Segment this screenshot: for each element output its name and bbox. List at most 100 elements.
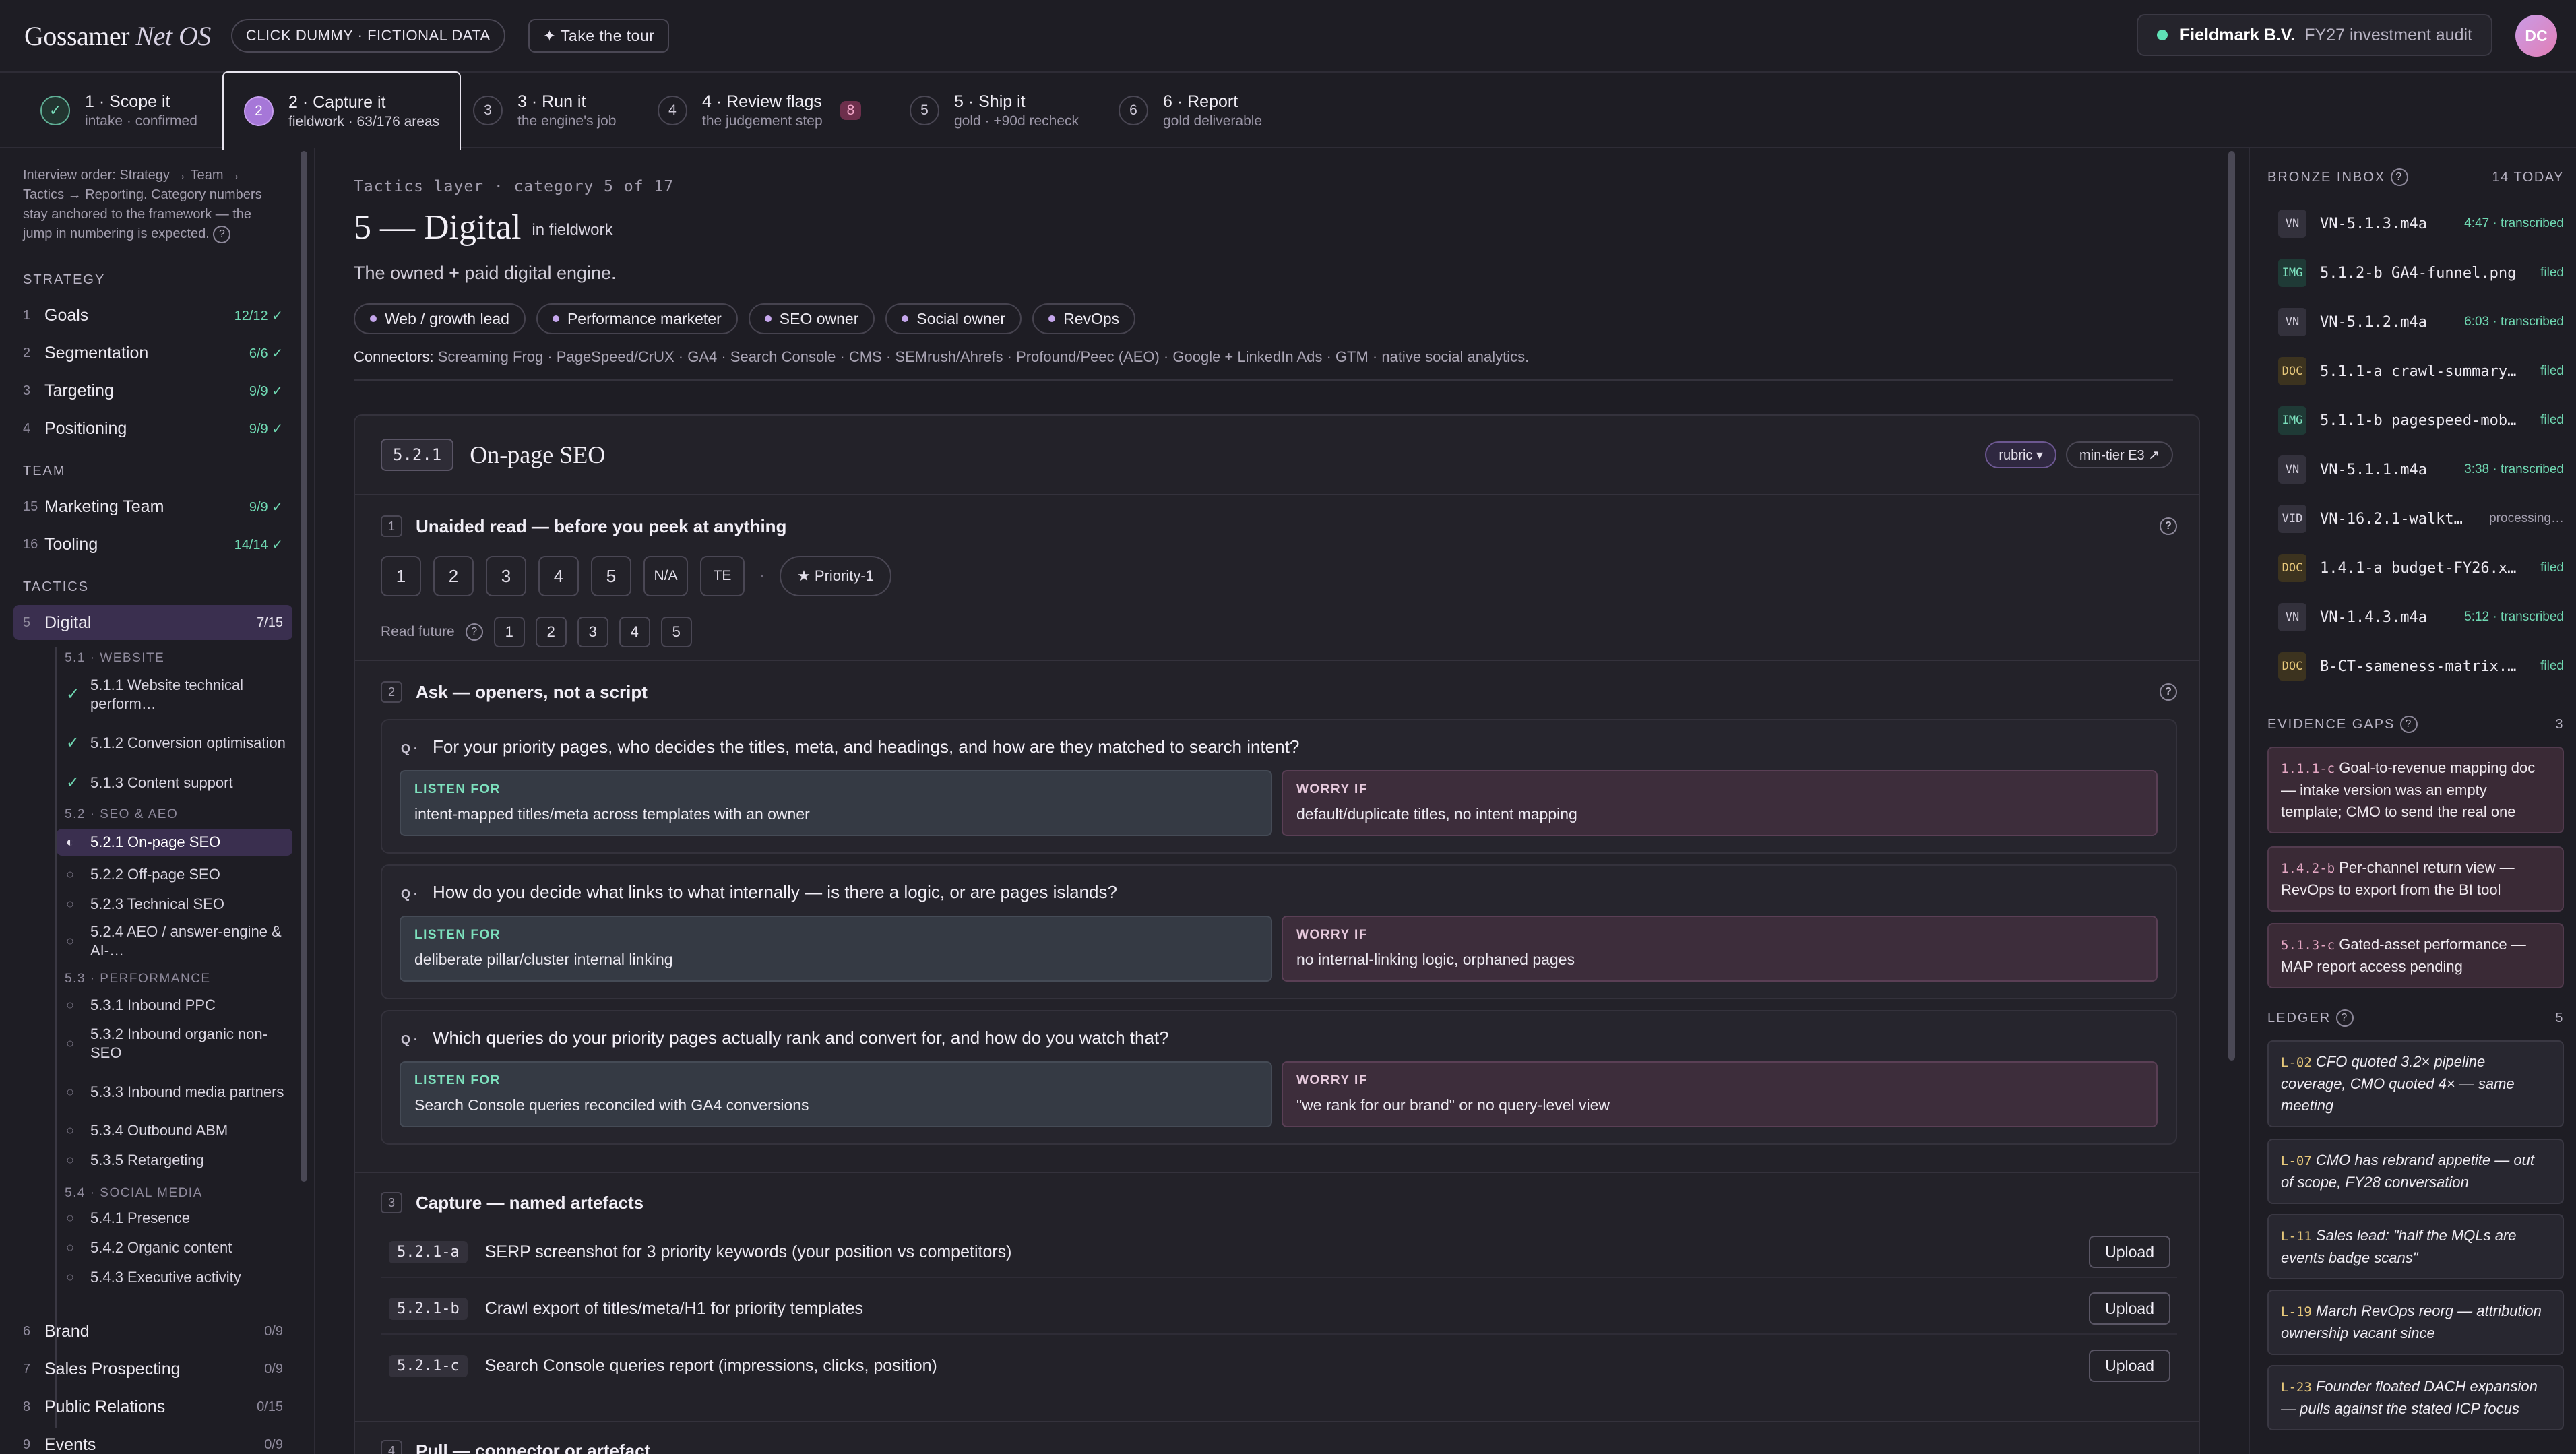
ledger-text: Founder floated DACH expansion — pulls a… bbox=[2281, 1378, 2538, 1417]
main-scrollbar[interactable] bbox=[2228, 151, 2235, 1061]
block-title: Unaided read — before you peek at anythi… bbox=[416, 515, 787, 536]
audit-selector[interactable]: Fieldmark B.V. FY27 investment audit bbox=[2136, 14, 2492, 56]
role-chip[interactable]: SEO owner bbox=[748, 303, 875, 334]
inbox-item[interactable]: IMG 5.1.1-b pagespeed-mob… filed bbox=[2278, 402, 2564, 439]
sidebar-scrollbar[interactable] bbox=[301, 151, 307, 1182]
min-tier-link[interactable]: min-tier E3 ↗ bbox=[2065, 441, 2173, 468]
inbox-item[interactable]: IMG 5.1.2-b GA4-funnel.png filed bbox=[2278, 254, 2564, 292]
upload-button[interactable]: Upload bbox=[2089, 1350, 2170, 1382]
cat-num: 9 bbox=[23, 1436, 31, 1452]
avatar[interactable]: DC bbox=[2515, 15, 2557, 57]
help-icon[interactable]: ? bbox=[2160, 517, 2177, 535]
circle-icon: ○ bbox=[66, 1211, 75, 1226]
leaf-label: 5.2.3 Technical SEO bbox=[90, 895, 224, 912]
evidence-gap-item[interactable]: 5.1.3-c Gated-asset performance — MAP re… bbox=[2267, 923, 2564, 988]
step-capture[interactable]: 2 2 · Capture it fieldwork · 63/176 areas bbox=[222, 71, 462, 150]
ledger-item[interactable]: L-11 Sales lead: "half the MQLs are even… bbox=[2267, 1214, 2564, 1279]
ledger-item[interactable]: L-19 March RevOps reorg — attribution ow… bbox=[2267, 1290, 2564, 1355]
leaf-5-1-3[interactable]: ✓ 5.1.3 Content support bbox=[57, 772, 292, 794]
ledger-item[interactable]: L-02 CFO quoted 3.2× pipeline coverage, … bbox=[2267, 1040, 2564, 1127]
role-chip[interactable]: RevOps bbox=[1032, 303, 1136, 334]
leaf-5-1-2[interactable]: ✓ 5.1.2 Conversion optimisation bbox=[57, 724, 292, 763]
rating-1-button[interactable]: 1 bbox=[381, 556, 421, 596]
step-scope[interactable]: ✓ 1 · Scope it intake · confirmed bbox=[40, 73, 197, 148]
help-icon[interactable]: ? bbox=[213, 225, 231, 243]
category-events[interactable]: 9 Events 0/9 bbox=[13, 1427, 292, 1454]
leaf-5-2-2[interactable]: ○ 5.2.2 Off-page SEO bbox=[57, 864, 292, 885]
help-icon[interactable]: ? bbox=[465, 623, 483, 641]
future-2-button[interactable]: 2 bbox=[535, 617, 567, 647]
cat-num: 6 bbox=[23, 1323, 31, 1339]
leaf-5-2-1[interactable]: ◐ 5.2.1 On-page SEO bbox=[57, 829, 292, 856]
leaf-5-4-3[interactable]: ○ 5.4.3 Executive activity bbox=[57, 1267, 292, 1288]
future-4-button[interactable]: 4 bbox=[619, 617, 650, 647]
rating-na-button[interactable]: N/A bbox=[643, 556, 688, 596]
category-public-relations[interactable]: 8 Public Relations 0/15 bbox=[13, 1389, 292, 1424]
inbox-item[interactable]: DOC B-CT-sameness-matrix.… filed bbox=[2278, 647, 2564, 685]
category-goals[interactable]: 1 Goals 12/12 ✓ bbox=[13, 298, 292, 333]
ledger-item[interactable]: L-23 Founder floated DACH expansion — pu… bbox=[2267, 1365, 2564, 1430]
leaf-5-2-3[interactable]: ○ 5.2.3 Technical SEO bbox=[57, 893, 292, 915]
category-digital[interactable]: 5 Digital 7/15 bbox=[13, 605, 292, 640]
role-chip[interactable]: Social owner bbox=[885, 303, 1022, 334]
category-brand[interactable]: 6 Brand 0/9 bbox=[13, 1314, 292, 1349]
rating-2-button[interactable]: 2 bbox=[433, 556, 474, 596]
help-icon[interactable]: ? bbox=[2160, 683, 2177, 701]
inbox-item[interactable]: VN VN-1.4.3.m4a 5:12 · transcribed bbox=[2278, 598, 2564, 636]
section-count: 14 TODAY bbox=[2492, 169, 2564, 185]
rubric-dropdown[interactable]: rubric ▾ bbox=[1985, 441, 2056, 468]
inbox-item[interactable]: DOC 1.4.1-a budget-FY26.x… filed bbox=[2278, 549, 2564, 587]
leaf-5-1-1[interactable]: ✓ 5.1.1 Website technical perform… bbox=[57, 675, 292, 714]
category-targeting[interactable]: 3 Targeting 9/9 ✓ bbox=[13, 373, 292, 408]
leaf-5-3-1[interactable]: ○ 5.3.1 Inbound PPC bbox=[57, 994, 292, 1016]
evidence-gap-item[interactable]: 1.4.2-b Per-channel return view — RevOps… bbox=[2267, 846, 2564, 912]
future-1-button[interactable]: 1 bbox=[493, 617, 525, 647]
inbox-item[interactable]: DOC 5.1.1-a crawl-summary… filed bbox=[2278, 352, 2564, 390]
category-sales-prospecting[interactable]: 7 Sales Prospecting 0/9 bbox=[13, 1352, 292, 1387]
leaf-5-3-4[interactable]: ○ 5.3.4 Outbound ABM bbox=[57, 1120, 292, 1141]
inbox-item[interactable]: VN VN-5.1.2.m4a 6:03 · transcribed bbox=[2278, 303, 2564, 341]
category-marketing-team[interactable]: 15 Marketing Team 9/9 ✓ bbox=[13, 489, 292, 524]
future-3-button[interactable]: 3 bbox=[577, 617, 608, 647]
rating-3-button[interactable]: 3 bbox=[486, 556, 526, 596]
upload-button[interactable]: Upload bbox=[2089, 1292, 2170, 1325]
step-run[interactable]: 3 3 · Run it the engine's job bbox=[473, 73, 616, 148]
leaf-5-3-3[interactable]: ○ 5.3.3 Inbound media partners bbox=[57, 1073, 292, 1112]
rating-5-button[interactable]: 5 bbox=[591, 556, 631, 596]
step-ship[interactable]: 5 5 · Ship it gold · +90d recheck bbox=[910, 73, 1079, 148]
help-icon[interactable]: ? bbox=[2399, 716, 2418, 733]
q-label: Q · bbox=[401, 887, 418, 901]
ledger-item[interactable]: L-07 CMO has rebrand appetite — out of s… bbox=[2267, 1139, 2564, 1204]
evidence-gap-item[interactable]: 1.1.1-c Goal-to-revenue mapping doc — in… bbox=[2267, 747, 2564, 833]
leaf-5-3-5[interactable]: ○ 5.3.5 Retargeting bbox=[57, 1149, 292, 1171]
help-icon[interactable]: ? bbox=[2390, 168, 2408, 186]
brand-logo[interactable]: Gossamer Net OS bbox=[24, 20, 211, 52]
check-icon: ✓ bbox=[40, 96, 70, 125]
listen-label: LISTEN FOR bbox=[414, 782, 501, 796]
help-icon[interactable]: ? bbox=[2335, 1009, 2354, 1027]
category-segmentation[interactable]: 2 Segmentation 6/6 ✓ bbox=[13, 336, 292, 371]
role-chip[interactable]: Web / growth lead bbox=[354, 303, 526, 334]
inbox-item[interactable]: VN VN-5.1.1.m4a 3:38 · transcribed bbox=[2278, 451, 2564, 488]
leaf-5-3-2[interactable]: ○ 5.3.2 Inbound organic non-SEO bbox=[57, 1024, 292, 1063]
step-sub: gold · +90d recheck bbox=[954, 113, 1079, 129]
category-positioning[interactable]: 4 Positioning 9/9 ✓ bbox=[13, 411, 292, 446]
take-tour-button[interactable]: ✦ Take the tour bbox=[528, 19, 670, 53]
leaf-5-4-2[interactable]: ○ 5.4.2 Organic content bbox=[57, 1237, 292, 1259]
cat-num: 5 bbox=[23, 614, 31, 630]
file-name: VN-5.1.2.m4a bbox=[2320, 313, 2427, 331]
cat-label: Events bbox=[44, 1434, 96, 1454]
rating-te-button[interactable]: TE bbox=[700, 556, 745, 596]
leaf-5-4-1[interactable]: ○ 5.4.1 Presence bbox=[57, 1207, 292, 1229]
priority-toggle[interactable]: ★ Priority-1 bbox=[780, 556, 891, 596]
rating-4-button[interactable]: 4 bbox=[538, 556, 579, 596]
leaf-5-2-4[interactable]: ○ 5.2.4 AEO / answer-engine & AI-… bbox=[57, 922, 292, 961]
step-review[interactable]: 4 4 · Review flags the judgement step 8 bbox=[658, 73, 862, 148]
inbox-item[interactable]: VN VN-5.1.3.m4a 4:47 · transcribed bbox=[2278, 205, 2564, 243]
future-5-button[interactable]: 5 bbox=[660, 617, 692, 647]
category-tooling[interactable]: 16 Tooling 14/14 ✓ bbox=[13, 527, 292, 562]
role-chip[interactable]: Performance marketer bbox=[536, 303, 738, 334]
inbox-item[interactable]: VID VN-16.2.1-walkt… processing… bbox=[2278, 500, 2564, 538]
step-report[interactable]: 6 6 · Report gold deliverable bbox=[1119, 73, 1262, 148]
upload-button[interactable]: Upload bbox=[2089, 1236, 2170, 1268]
